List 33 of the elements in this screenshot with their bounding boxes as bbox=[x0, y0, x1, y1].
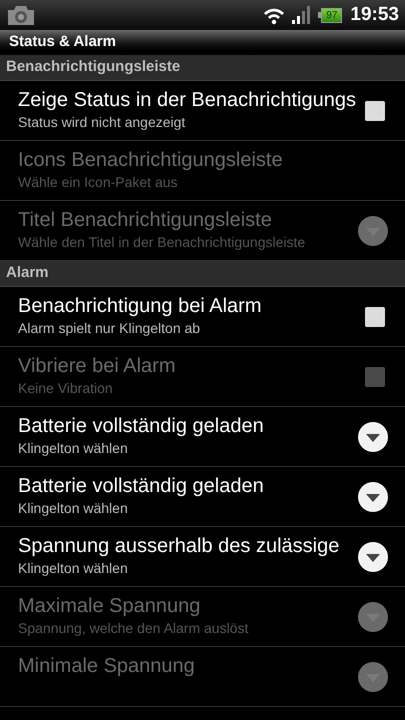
preference-row[interactable]: Zeige Status in der Benachrichtigungs Status wird nicht angezeigt bbox=[0, 81, 405, 141]
preference-title: Batterie vollständig geladen bbox=[18, 474, 264, 499]
preference-title: Minimale Spannung bbox=[18, 654, 195, 679]
section-title: Alarm bbox=[6, 263, 49, 284]
preference-title: Batterie vollständig geladen bbox=[18, 414, 264, 439]
preference-summary: Klingelton wählen bbox=[18, 439, 128, 457]
preference-title: Maximale Spannung bbox=[18, 594, 200, 619]
preference-summary: Alarm spielt nur Klingelton ab bbox=[18, 319, 200, 337]
preference-row[interactable]: Batterie vollständig geladen Klingelton wählen bbox=[0, 407, 405, 467]
preference-summary: Keine Vibration bbox=[18, 379, 113, 397]
preference-summary: Klingelton wählen bbox=[18, 559, 128, 577]
preference-title: Benachrichtigung bei Alarm bbox=[18, 294, 262, 319]
checkbox[interactable] bbox=[365, 100, 385, 120]
preference-title: Titel Benachrichtigungsleiste bbox=[18, 208, 272, 233]
section-title: Benachrichtigungsleiste bbox=[6, 57, 180, 78]
preference-title: Vibriere bei Alarm bbox=[18, 354, 176, 379]
preference-title: Zeige Status in der Benachrichtigungs bbox=[18, 88, 356, 113]
checkbox[interactable] bbox=[365, 306, 385, 326]
battery-level: 97 bbox=[321, 8, 342, 22]
preference-row[interactable]: Benachrichtigung bei Alarm Alarm spielt nur Klingelton ab bbox=[0, 287, 405, 347]
clock-time: 19:53 bbox=[350, 2, 399, 27]
preference-title: Spannung ausserhalb des zulässige bbox=[18, 534, 340, 559]
preference-summary: Wähle ein Icon-Paket aus bbox=[18, 173, 178, 191]
preference-title: Icons Benachrichtigungsleiste bbox=[18, 148, 283, 173]
signal-icon bbox=[292, 6, 312, 24]
preference-row[interactable]: Batterie vollständig geladen Klingelton wählen bbox=[0, 467, 405, 527]
preference-summary: Wähle den Titel in der Benachrichtigungsleiste bbox=[18, 233, 306, 251]
camera-icon bbox=[6, 4, 36, 26]
preference-summary: Klingelton wählen bbox=[18, 499, 128, 517]
preference-summary: Status wird nicht angezeigt bbox=[18, 113, 186, 131]
screen-title: Status & Alarm bbox=[9, 32, 116, 52]
preference-summary: Spannung, welche den Alarm auslöst bbox=[18, 619, 248, 637]
preference-row[interactable]: Spannung ausserhalb des zulässige Klingelton wählen bbox=[0, 527, 405, 587]
